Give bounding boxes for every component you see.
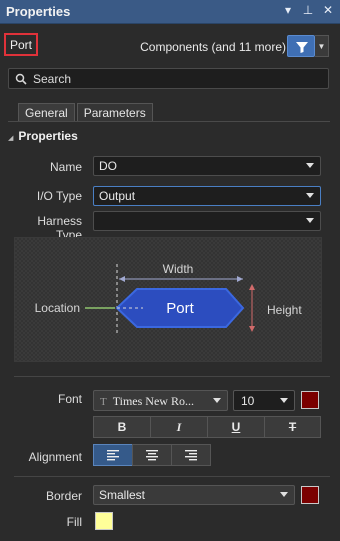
align-left-button[interactable] (93, 444, 133, 466)
port-preview-drawing: Width Location Port Height (35, 262, 302, 333)
location-label: Location (35, 301, 80, 315)
properties-section-header[interactable]: ◢ Properties (8, 129, 78, 143)
underline-button[interactable]: U (207, 416, 265, 438)
alignment-buttons (93, 444, 211, 466)
panel-titlebar: Properties ▾ ⊥ ✕ (0, 0, 340, 24)
bold-button[interactable]: B (93, 416, 151, 438)
align-right-icon (185, 450, 197, 461)
chevron-down-icon (306, 218, 314, 223)
border-label: Border (45, 489, 82, 503)
font-label: Font (57, 392, 82, 406)
section-divider (14, 376, 330, 377)
search-box (8, 68, 329, 89)
close-icon[interactable]: ✕ (322, 3, 334, 17)
name-value: DO (99, 159, 117, 173)
section-title: Properties (18, 129, 78, 143)
filter-dropdown-button[interactable]: ▼ (315, 35, 329, 57)
fill-label: Fill (66, 515, 82, 529)
panel-menu-icon[interactable]: ▾ (282, 3, 294, 17)
alignment-label: Alignment (28, 450, 82, 464)
truetype-icon: T (100, 396, 107, 408)
font-size-dropdown[interactable]: 10 (233, 390, 295, 411)
panel-title: Properties (6, 4, 71, 19)
name-label: Name (49, 160, 82, 174)
tab-divider (8, 121, 330, 122)
io-type-label: I/O Type (36, 189, 82, 203)
border-color-swatch[interactable] (301, 486, 319, 504)
font-family-dropdown[interactable]: T Times New Ro... (93, 390, 228, 411)
tab-parameters[interactable]: Parameters (76, 103, 153, 122)
io-type-dropdown[interactable]: Output (93, 186, 321, 206)
chevron-down-icon (280, 398, 288, 403)
components-filter-label: Components (and 11 more) (140, 40, 286, 54)
search-input[interactable] (33, 71, 313, 87)
chevron-down-icon (213, 398, 221, 403)
filter-icon (296, 42, 308, 53)
align-center-button[interactable] (132, 444, 172, 466)
strikethrough-button[interactable]: T (264, 416, 321, 438)
border-width-dropdown[interactable]: Smallest (93, 485, 295, 505)
name-dropdown[interactable]: DO (93, 156, 321, 176)
align-center-icon (146, 450, 158, 461)
section-divider (14, 476, 330, 477)
font-color-swatch[interactable] (301, 391, 319, 409)
align-right-button[interactable] (171, 444, 211, 466)
chevron-down-icon (306, 163, 314, 168)
fill-color-swatch[interactable] (95, 512, 113, 530)
italic-button[interactable]: I (150, 416, 208, 438)
pin-icon[interactable]: ⊥ (302, 3, 314, 17)
width-label: Width (163, 262, 194, 276)
font-size-value: 10 (241, 394, 255, 408)
font-family-value: Times New Ro... (112, 394, 194, 408)
panel-controls: ▾ ⊥ ✕ (282, 3, 334, 17)
port-preview: Width Location Port Height (14, 237, 322, 362)
port-shape-label: Port (166, 300, 194, 317)
collapse-triangle-icon: ◢ (8, 135, 14, 142)
font-style-buttons: B I U T (93, 416, 321, 438)
tab-general[interactable]: General (18, 103, 75, 122)
io-type-value: Output (99, 189, 136, 203)
border-width-value: Smallest (99, 488, 146, 502)
search-icon (15, 73, 27, 85)
tab-bar: General Parameters (18, 103, 155, 122)
selected-object-type: Port (4, 33, 38, 56)
chevron-down-icon (280, 492, 288, 497)
filter-button[interactable] (287, 35, 315, 57)
align-left-icon (107, 450, 119, 461)
height-label: Height (267, 303, 302, 317)
chevron-down-icon (306, 193, 314, 198)
harness-type-dropdown[interactable] (93, 211, 321, 231)
